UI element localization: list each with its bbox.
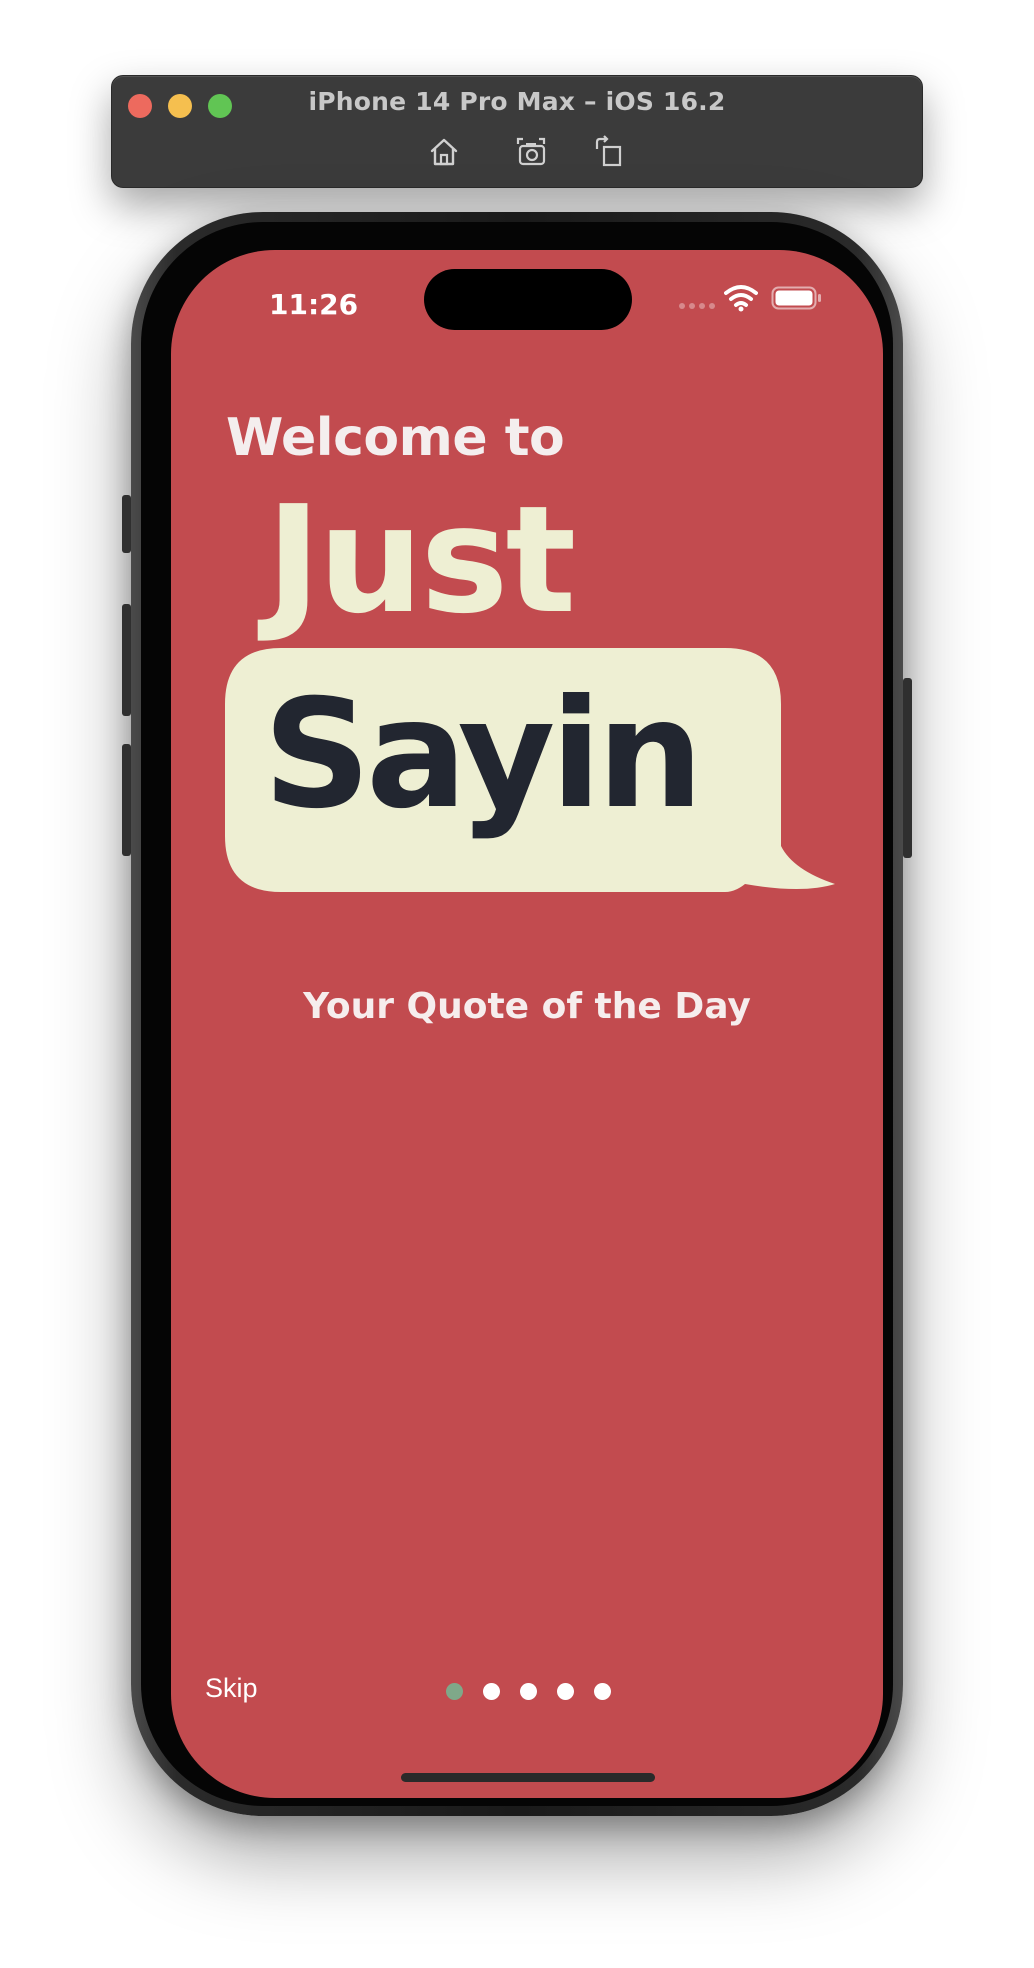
simulator-window-bar: iPhone 14 Pro Max – iOS 16.2: [111, 75, 923, 188]
iphone-frame: 11:26 Welcome to Just Sayin Your Quote o…: [122, 212, 912, 1816]
rotate-icon[interactable]: [591, 133, 629, 171]
page-dot-1[interactable]: [446, 1683, 463, 1700]
volume-down-button[interactable]: [122, 744, 131, 856]
volume-up-button[interactable]: [122, 604, 131, 716]
battery-icon: [771, 286, 823, 310]
welcome-heading: Welcome to: [226, 408, 565, 468]
cellular-signal-icon: [679, 303, 719, 309]
page-dot-5[interactable]: [594, 1683, 611, 1700]
home-icon[interactable]: [425, 133, 463, 171]
status-time: 11:26: [269, 288, 359, 321]
home-indicator[interactable]: [401, 1773, 655, 1782]
skip-button[interactable]: Skip: [205, 1673, 258, 1704]
tagline: Your Quote of the Day: [303, 986, 751, 1027]
dynamic-island: [424, 269, 632, 330]
logo-word-sayin: Sayin: [263, 668, 704, 842]
page-indicator[interactable]: [446, 1683, 611, 1700]
page-dot-4[interactable]: [557, 1683, 574, 1700]
logo-word-just: Just: [266, 474, 576, 646]
screenshot-icon[interactable]: [512, 133, 550, 171]
power-button[interactable]: [903, 678, 912, 858]
action-button[interactable]: [122, 495, 131, 553]
page-dot-3[interactable]: [520, 1683, 537, 1700]
page-dot-2[interactable]: [483, 1683, 500, 1700]
simulator-title: iPhone 14 Pro Max – iOS 16.2: [308, 87, 726, 116]
wifi-icon: [724, 284, 758, 312]
app-screen: 11:26 Welcome to Just Sayin Your Quote o…: [171, 250, 883, 1798]
phone-bezel: 11:26 Welcome to Just Sayin Your Quote o…: [141, 222, 893, 1806]
